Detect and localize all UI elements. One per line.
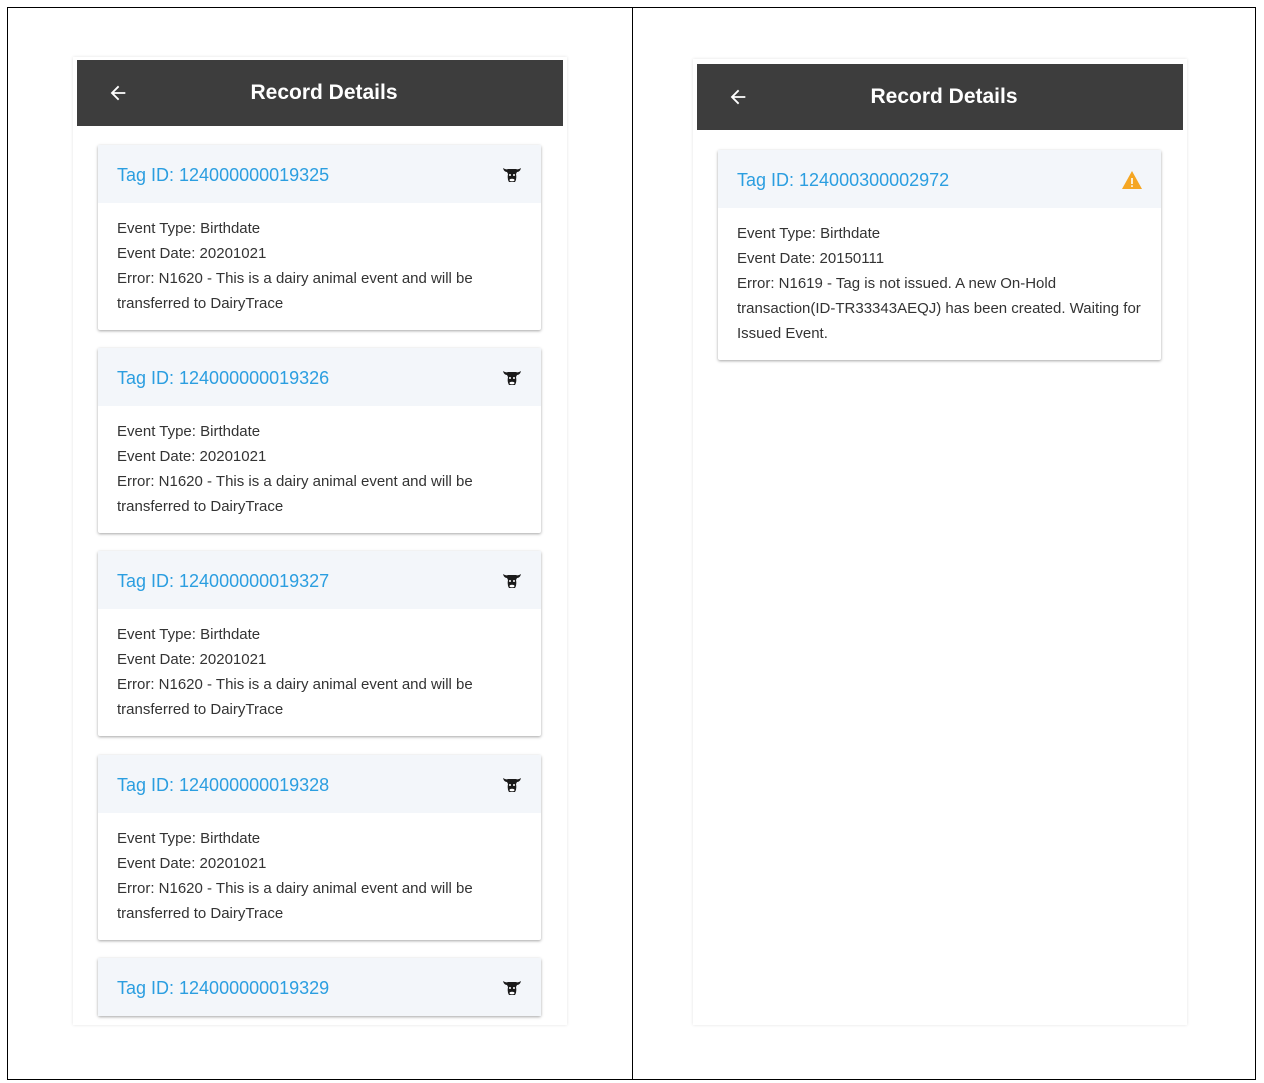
event-date: Event Date: 20201021 [117, 448, 267, 465]
error-message: Error: N1620 - This is a dairy animal ev… [117, 880, 473, 922]
event-type: Event Type: Birthdate [117, 830, 261, 847]
record-card-header[interactable]: Tag ID: 124000000019325 [98, 145, 541, 203]
error-message: Error: N1620 - This is a dairy animal ev… [117, 473, 473, 515]
right-screen: Record Details Tag ID: 124000300002972 E… [693, 59, 1187, 1025]
error-message: Error: N1619 - Tag is not issued. A new … [737, 275, 1141, 342]
tag-id[interactable]: Tag ID: 124000000019325 [117, 145, 329, 205]
left-screen: Record Details Tag ID: 124000000019325 E… [73, 57, 567, 1025]
tag-id[interactable]: Tag ID: 124000000019329 [117, 958, 329, 1018]
cow-icon [503, 574, 521, 588]
record-card-body: Event Type: Birthdate Event Date: 201501… [718, 208, 1161, 360]
tag-id[interactable]: Tag ID: 124000300002972 [737, 150, 949, 210]
record-card-body: Event Type: Birthdate Event Date: 202010… [98, 406, 541, 533]
event-type: Event Type: Birthdate [117, 423, 261, 440]
event-date: Event Date: 20201021 [117, 245, 267, 262]
record-card-header[interactable]: Tag ID: 124000000019326 [98, 348, 541, 406]
record-card-header[interactable]: Tag ID: 124000000019327 [98, 551, 541, 609]
record-card-body: Event Type: Birthdate Event Date: 202010… [98, 203, 541, 330]
event-date: Event Date: 20201021 [117, 855, 267, 872]
record-card[interactable]: Tag ID: 124000000019326 Event Type: Birt… [98, 348, 541, 533]
record-card[interactable]: Tag ID: 124000000019327 Event Type: Birt… [98, 551, 541, 736]
app-bar: Record Details [77, 60, 563, 126]
record-card[interactable]: Tag ID: 124000000019329 [98, 958, 541, 1016]
tag-id[interactable]: Tag ID: 124000000019326 [117, 348, 329, 408]
panel-divider [632, 7, 633, 1080]
event-type: Event Type: Birthdate [117, 220, 261, 237]
record-card-body: Event Type: Birthdate Event Date: 202010… [98, 609, 541, 736]
record-card-header[interactable]: Tag ID: 124000000019329 [98, 958, 541, 1016]
app-bar: Record Details [697, 64, 1183, 130]
warning-icon [1122, 171, 1142, 189]
record-card[interactable]: Tag ID: 124000000019325 Event Type: Birt… [98, 145, 541, 330]
page-title: Record Details [250, 81, 398, 104]
record-card-body: Event Type: Birthdate Event Date: 202010… [98, 813, 541, 940]
error-message: Error: N1620 - This is a dairy animal ev… [117, 270, 473, 312]
event-type: Event Type: Birthdate [117, 626, 261, 643]
page-title: Record Details [870, 85, 1018, 108]
cow-icon [503, 981, 521, 995]
event-date: Event Date: 20201021 [117, 651, 267, 668]
error-message: Error: N1620 - This is a dairy animal ev… [117, 676, 473, 718]
record-card-header[interactable]: Tag ID: 124000000019328 [98, 755, 541, 813]
tag-id[interactable]: Tag ID: 124000000019327 [117, 551, 329, 611]
cow-icon [503, 371, 521, 385]
record-card[interactable]: Tag ID: 124000000019328 Event Type: Birt… [98, 755, 541, 940]
record-card[interactable]: Tag ID: 124000300002972 Event Type: Birt… [718, 150, 1161, 360]
cow-icon [503, 778, 521, 792]
event-type: Event Type: Birthdate [737, 225, 881, 242]
record-card-header[interactable]: Tag ID: 124000300002972 [718, 150, 1161, 208]
cow-icon [503, 168, 521, 182]
event-date: Event Date: 20150111 [737, 250, 885, 267]
tag-id[interactable]: Tag ID: 124000000019328 [117, 755, 329, 815]
